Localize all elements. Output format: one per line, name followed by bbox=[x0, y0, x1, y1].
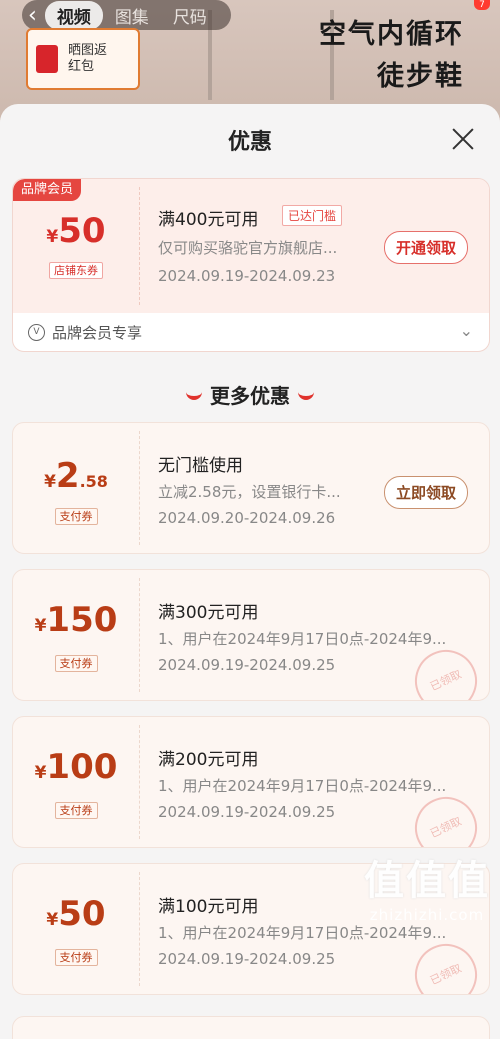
amount-value: 100 bbox=[46, 747, 118, 787]
product-background: ‹ 视频 图集 尺码 晒图返红包 空气内循环 徒步鞋 7 bbox=[0, 0, 500, 120]
amount-value: 150 bbox=[46, 600, 118, 640]
more-offers-label: 更多优惠 bbox=[210, 384, 290, 408]
threshold-reached-tag: 已达门槛 bbox=[282, 205, 343, 226]
coupon-divider bbox=[139, 187, 140, 305]
coupon-divider bbox=[139, 872, 140, 986]
watermark-url: zhizhizhi.com bbox=[369, 906, 485, 924]
more-offers-heading: 更多优惠 bbox=[0, 380, 500, 409]
smile-left-icon bbox=[186, 389, 202, 400]
coupon-condition: 满400元可用 bbox=[158, 210, 259, 230]
coupon-type-tag: 支付券 bbox=[13, 946, 139, 966]
pay-coupon-card: ¥150 支付券 满300元可用 1、用户在2024年9月17日0点-2024年… bbox=[12, 569, 490, 701]
back-arrow-icon[interactable]: ‹ bbox=[28, 3, 37, 28]
coupon-date: 2024.09.19-2024.09.25 bbox=[158, 950, 336, 968]
slogan-line-2: 徒步鞋 bbox=[377, 61, 464, 92]
amount-value: 2 bbox=[55, 456, 80, 496]
coupon-amount: ¥2.58 bbox=[13, 456, 139, 496]
sheet-title: 优惠 bbox=[227, 130, 272, 155]
coupon-amount: ¥150 bbox=[13, 600, 139, 640]
coupon-type-tag: 店铺东券 bbox=[13, 259, 139, 279]
coupon-type-label: 支付券 bbox=[54, 508, 98, 525]
coupon-type-tag: 支付券 bbox=[13, 799, 139, 819]
chevron-down-icon: ⌄ bbox=[459, 321, 473, 340]
coupon-type-label: 支付券 bbox=[54, 949, 98, 966]
site-watermark: 值值值 zhizhizhi.com bbox=[364, 848, 490, 924]
coupon-description: 1、用户在2024年9月17日0点-2024年9... bbox=[158, 777, 447, 795]
coupon-description: 立减2.58元，设置银行卡... bbox=[158, 483, 341, 501]
member-coupon-card: 品牌会员 ¥50 店铺东券 满400元可用 已达门槛 仅可购买骆驼官方旗舰店..… bbox=[12, 178, 490, 352]
currency-symbol: ¥ bbox=[44, 472, 56, 492]
coupon-date: 2024.09.20-2024.09.26 bbox=[158, 509, 336, 527]
coupon-amount: ¥50 bbox=[13, 894, 139, 934]
coupon-type-label: 支付券 bbox=[54, 802, 98, 819]
coupon-condition: 无门槛使用 bbox=[158, 456, 243, 476]
tab-gallery[interactable]: 图集 bbox=[103, 1, 161, 30]
claim-now-button[interactable]: 立即领取 bbox=[384, 476, 469, 509]
coupon-date: 2024.09.19-2024.09.25 bbox=[158, 656, 336, 674]
photo-reward-chip[interactable]: 晒图返红包 bbox=[26, 28, 140, 90]
coupon-divider bbox=[139, 725, 140, 839]
product-slogan: 空气内循环 徒步鞋 bbox=[319, 14, 464, 98]
next-coupon-card-peek bbox=[12, 1016, 490, 1039]
tab-size[interactable]: 尺码 bbox=[161, 1, 219, 30]
coupon-description: 1、用户在2024年9月17日0点-2024年9... bbox=[158, 630, 447, 648]
coupon-divider bbox=[139, 578, 140, 692]
coupon-date: 2024.09.19-2024.09.25 bbox=[158, 803, 336, 821]
coupon-amount: ¥100 bbox=[13, 747, 139, 787]
coupon-condition: 满100元可用 bbox=[158, 897, 259, 917]
media-tabs: ‹ 视频 图集 尺码 bbox=[22, 0, 231, 30]
amount-value: 50 bbox=[58, 211, 106, 251]
member-exclusive-label: 品牌会员专享 bbox=[52, 323, 143, 342]
sheet-header: 优惠 bbox=[0, 104, 500, 174]
close-icon[interactable] bbox=[448, 124, 478, 154]
member-v-icon: V bbox=[28, 323, 45, 341]
member-badge: 品牌会员 bbox=[13, 179, 82, 201]
pay-coupon-card: ¥100 支付券 满200元可用 1、用户在2024年9月17日0点-2024年… bbox=[12, 716, 490, 848]
coupon-divider bbox=[139, 431, 140, 545]
tab-video[interactable]: 视频 bbox=[44, 0, 103, 30]
member-coupon-body: 品牌会员 ¥50 店铺东券 满400元可用 已达门槛 仅可购买骆驼官方旗舰店..… bbox=[13, 179, 489, 313]
currency-symbol: ¥ bbox=[46, 910, 59, 930]
slogan-line-1: 空气内循环 bbox=[319, 19, 464, 50]
coupon-description: 1、用户在2024年9月17日0点-2024年9... bbox=[158, 924, 447, 942]
coupon-type-tag: 支付券 bbox=[13, 652, 139, 672]
coupon-description: 仅可购买骆驼官方旗舰店... bbox=[158, 239, 338, 257]
coupon-type-label: 店铺东券 bbox=[49, 262, 103, 279]
pay-coupon-card: ¥2.58 支付券 无门槛使用 立减2.58元，设置银行卡... 2024.09… bbox=[12, 422, 490, 554]
currency-symbol: ¥ bbox=[34, 763, 47, 783]
red-envelope-icon bbox=[36, 45, 58, 73]
open-and-claim-button[interactable]: 开通领取 bbox=[384, 231, 469, 264]
coupon-amount: ¥50 bbox=[13, 211, 139, 251]
coupon-type-tag: 支付券 bbox=[13, 505, 139, 525]
coupon-type-label: 支付券 bbox=[54, 655, 98, 672]
watermark-logo: 值值值 bbox=[364, 858, 490, 904]
coupon-condition: 满200元可用 bbox=[158, 750, 259, 770]
photo-reward-label: 晒图返红包 bbox=[68, 43, 108, 74]
smile-right-icon bbox=[298, 389, 314, 400]
amount-decimal: .58 bbox=[79, 472, 108, 491]
currency-symbol: ¥ bbox=[34, 616, 47, 636]
amount-value: 50 bbox=[58, 894, 106, 934]
currency-symbol: ¥ bbox=[46, 227, 59, 247]
member-exclusive-row[interactable]: V 品牌会员专享 ⌄ bbox=[13, 313, 489, 351]
notification-badge: 7 bbox=[474, 0, 490, 10]
coupon-date: 2024.09.19-2024.09.23 bbox=[158, 267, 336, 285]
coupon-condition: 满300元可用 bbox=[158, 603, 259, 623]
